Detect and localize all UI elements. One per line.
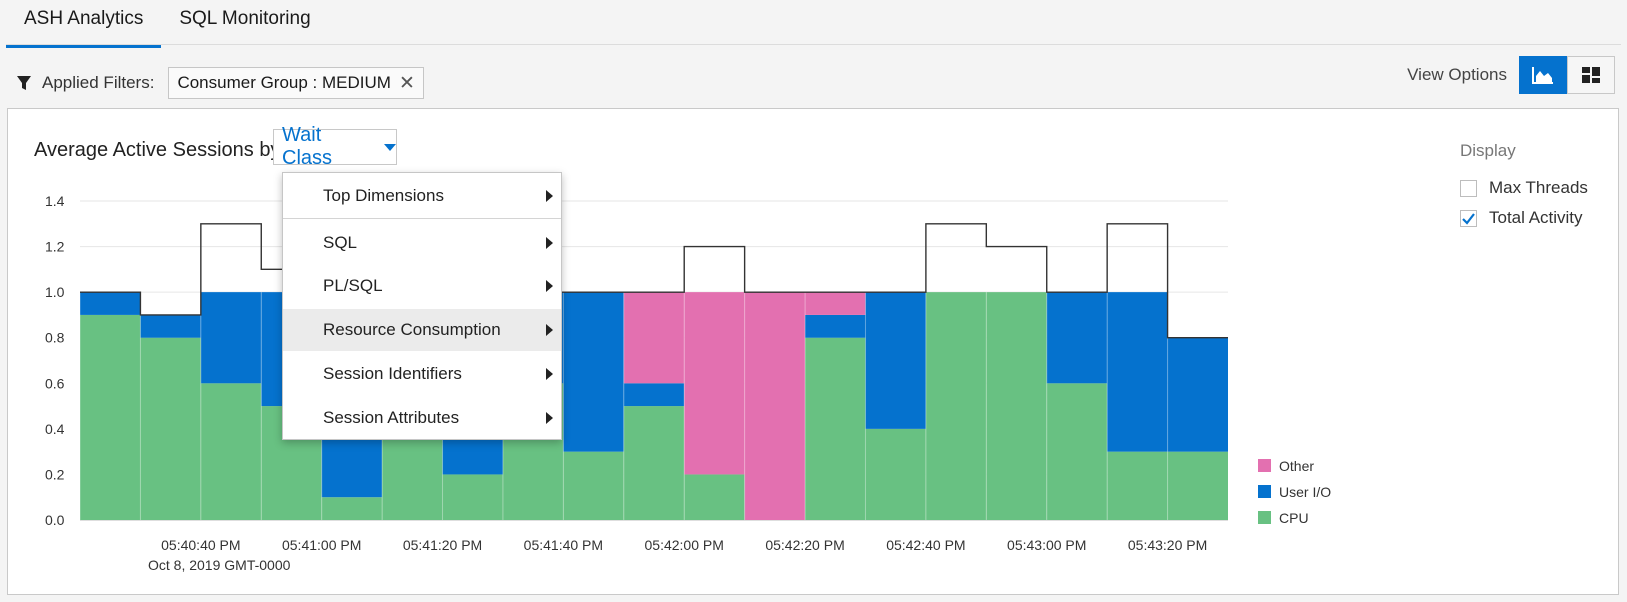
chart-view-button[interactable] bbox=[1519, 56, 1567, 94]
tab-ash-analytics[interactable]: ASH Analytics bbox=[6, 0, 162, 48]
tiles-view-button[interactable] bbox=[1567, 56, 1615, 94]
caret-down-icon bbox=[384, 143, 396, 151]
filter-chip[interactable]: Consumer Group : MEDIUM ✕ bbox=[168, 67, 424, 99]
menu-item-resource-consumption[interactable]: Resource Consumption bbox=[283, 309, 561, 351]
remove-filter-icon[interactable]: ✕ bbox=[399, 72, 415, 95]
dimension-dropdown-value: Wait Class bbox=[282, 124, 333, 169]
submenu-arrow-icon bbox=[546, 412, 553, 424]
view-options-label: View Options bbox=[1407, 65, 1507, 84]
submenu-arrow-icon bbox=[546, 368, 553, 380]
max-threads-option[interactable]: Max Threads bbox=[1460, 173, 1588, 203]
filter-icon bbox=[17, 76, 31, 90]
menu-item-label: Resource Consumption bbox=[323, 320, 501, 339]
tab-sql-monitoring[interactable]: SQL Monitoring bbox=[161, 0, 328, 44]
menu-item-label: PL/SQL bbox=[323, 276, 383, 295]
chart-view-icon bbox=[1532, 67, 1553, 84]
applied-filters-label: Applied Filters: bbox=[42, 73, 155, 92]
menu-item-session-identifiers[interactable]: Session Identifiers bbox=[283, 353, 561, 395]
tabs-divider bbox=[6, 44, 1621, 45]
display-title: Display bbox=[1460, 141, 1516, 160]
filter-chip-label: Consumer Group : MEDIUM bbox=[177, 73, 391, 92]
menu-item-label: Top Dimensions bbox=[323, 186, 444, 205]
max-threads-label: Max Threads bbox=[1489, 178, 1588, 197]
tab-bar: ASH Analytics SQL Monitoring bbox=[6, 0, 329, 48]
menu-item-label: Session Identifiers bbox=[323, 364, 462, 383]
max-threads-checkbox[interactable] bbox=[1460, 179, 1477, 197]
submenu-arrow-icon bbox=[546, 324, 553, 336]
menu-divider bbox=[283, 218, 561, 219]
chart-title: Average Active Sessions by bbox=[34, 139, 281, 161]
total-activity-option[interactable]: Total Activity bbox=[1460, 203, 1588, 233]
submenu-arrow-icon bbox=[546, 190, 553, 202]
checkmark-icon bbox=[1462, 212, 1475, 225]
display-options: Display Max Threads Total Activity bbox=[1460, 141, 1588, 233]
view-options: View Options bbox=[1407, 56, 1615, 94]
chart-panel: Average Active Sessions by Wait Class Di… bbox=[7, 108, 1619, 595]
menu-item-label: Session Attributes bbox=[323, 408, 460, 427]
dimension-dropdown[interactable]: Wait Class bbox=[273, 124, 397, 169]
dimension-menu: Top Dimensions SQL PL/SQL Resource Consu… bbox=[282, 172, 562, 440]
submenu-arrow-icon bbox=[546, 280, 553, 292]
tiles-view-icon bbox=[1582, 67, 1600, 83]
menu-item-session-attributes[interactable]: Session Attributes bbox=[283, 397, 561, 439]
submenu-arrow-icon bbox=[546, 237, 553, 249]
applied-filters-bar: Applied Filters: Consumer Group : MEDIUM… bbox=[16, 66, 424, 100]
menu-item-top-dimensions[interactable]: Top Dimensions bbox=[283, 175, 561, 217]
menu-item-plsql[interactable]: PL/SQL bbox=[283, 265, 561, 307]
menu-item-label: SQL bbox=[323, 233, 358, 252]
menu-item-sql[interactable]: SQL bbox=[283, 222, 561, 264]
total-activity-checkbox[interactable] bbox=[1460, 209, 1477, 227]
total-activity-label: Total Activity bbox=[1489, 208, 1583, 227]
